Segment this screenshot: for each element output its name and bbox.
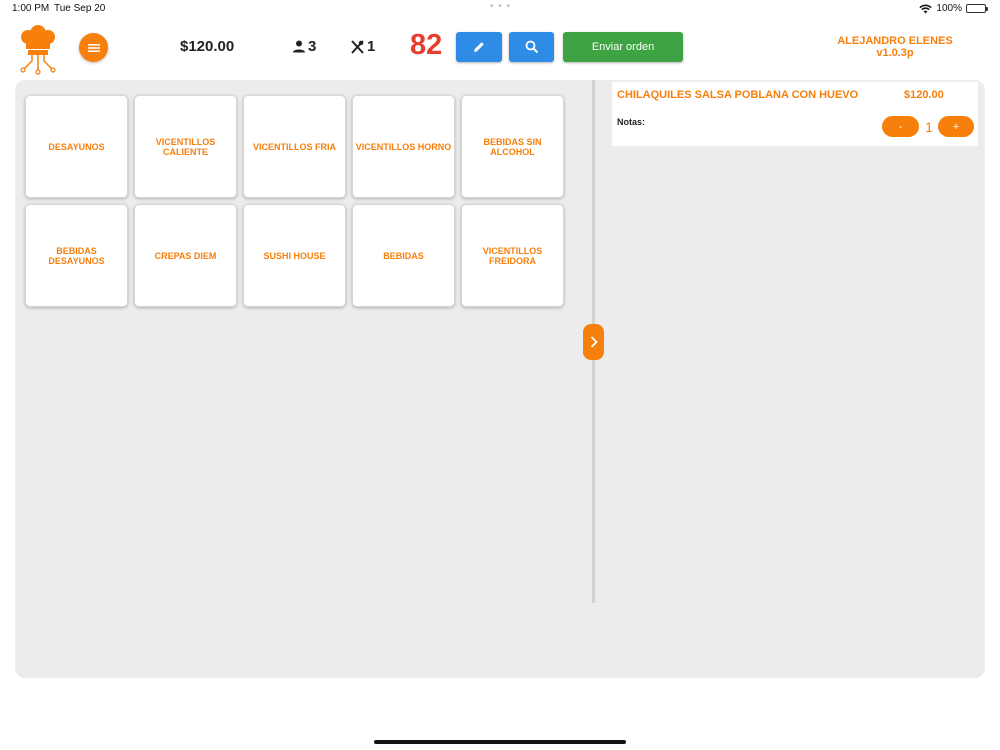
category-tile[interactable]: VICENTILLOS FREIDORA: [461, 204, 564, 307]
table-count: 1: [350, 38, 375, 55]
search-icon: [525, 40, 538, 54]
order-number: 82: [410, 29, 443, 61]
category-tile[interactable]: VICENTILLOS FRIA: [243, 95, 346, 198]
notes-label[interactable]: Notas:: [617, 117, 645, 127]
status-right: 100%: [919, 3, 988, 14]
top-bar: $120.00 3 1 82 Enviar orden ALEJANDRO EL…: [0, 18, 1000, 78]
decrease-quantity-button[interactable]: -: [882, 116, 919, 137]
guest-count-value: 3: [308, 38, 317, 55]
battery-percent: 100%: [936, 3, 962, 14]
category-tile[interactable]: SUSHI HOUSE: [243, 204, 346, 307]
menu-button[interactable]: [79, 33, 108, 62]
battery-icon: [966, 4, 988, 13]
order-total: $120.00: [180, 38, 235, 55]
category-tile[interactable]: DESAYUNOS: [25, 95, 128, 198]
multitasking-dots[interactable]: • • •: [490, 1, 511, 12]
order-item-name: CHILAQUILES SALSA POBLANA CON HUEVO: [617, 89, 859, 101]
status-time: 1:00 PM: [12, 3, 50, 14]
main-panel: DESAYUNOS VICENTILLOS CALIENTE VICENTILL…: [15, 80, 985, 678]
category-tile[interactable]: VICENTILLOS CALIENTE: [134, 95, 237, 198]
edit-button[interactable]: [456, 32, 502, 62]
search-button[interactable]: [509, 32, 554, 62]
chef-logo-icon: [20, 25, 56, 75]
category-tile[interactable]: BEBIDAS DESAYUNOS: [25, 204, 128, 307]
item-quantity: 1: [925, 119, 933, 135]
user-info: ALEJANDRO ELENES v1.0.3p: [820, 35, 970, 59]
person-icon: [293, 40, 305, 53]
app-version: v1.0.3p: [876, 47, 914, 59]
order-item-price: $120.00: [904, 89, 944, 101]
utensils-icon: [351, 39, 364, 54]
category-tile[interactable]: VICENTILLOS HORNO: [352, 95, 455, 198]
home-indicator[interactable]: [374, 740, 626, 744]
increase-quantity-button[interactable]: +: [938, 116, 974, 137]
hamburger-icon: [87, 43, 100, 52]
send-order-button[interactable]: Enviar orden: [563, 32, 683, 62]
guest-count: 3: [292, 38, 316, 55]
category-tile[interactable]: BEBIDAS: [352, 204, 455, 307]
pencil-icon: [474, 42, 484, 52]
order-item-card[interactable]: CHILAQUILES SALSA POBLANA CON HUEVO $120…: [612, 82, 978, 146]
chevron-right-icon: [590, 336, 598, 348]
status-bar: 1:00 PM Tue Sep 20 • • • 100%: [0, 0, 1000, 18]
wifi-icon: [919, 4, 933, 13]
status-date: Tue Sep 20: [54, 3, 106, 14]
table-count-value: 1: [367, 38, 376, 55]
user-name: ALEJANDRO ELENES: [837, 35, 953, 47]
category-grid: DESAYUNOS VICENTILLOS CALIENTE VICENTILL…: [25, 95, 564, 307]
expand-panel-button[interactable]: [583, 324, 604, 360]
category-tile[interactable]: BEBIDAS SIN ALCOHOL: [461, 95, 564, 198]
category-tile[interactable]: CREPAS DIEM: [134, 204, 237, 307]
